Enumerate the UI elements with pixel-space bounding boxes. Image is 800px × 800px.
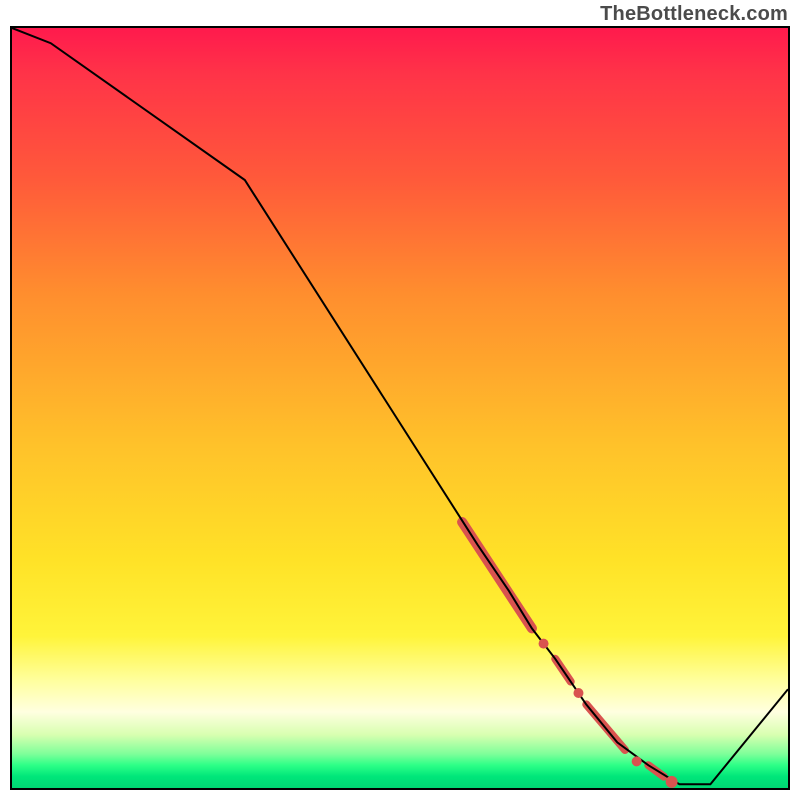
highlight-dot bbox=[573, 688, 583, 698]
chart-frame: TheBottleneck.com bbox=[0, 0, 800, 800]
data-curve bbox=[12, 28, 788, 784]
chart-svg bbox=[12, 28, 788, 788]
highlight-dot bbox=[666, 776, 678, 788]
data-highlight-markers bbox=[462, 522, 664, 777]
highlight-dot bbox=[632, 756, 642, 766]
watermark-text: TheBottleneck.com bbox=[600, 3, 788, 26]
highlight-dot bbox=[539, 639, 549, 649]
